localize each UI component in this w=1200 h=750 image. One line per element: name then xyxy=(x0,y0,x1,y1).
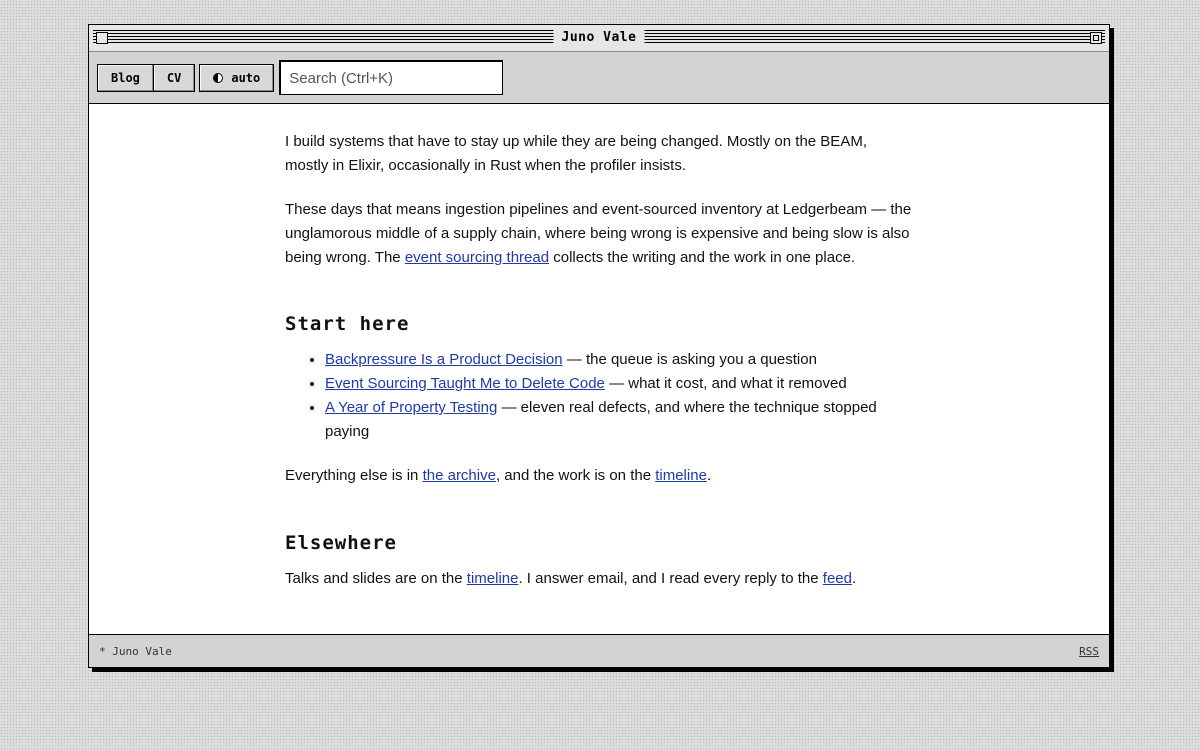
app-window: Juno Vale Blog CV auto I build systems t… xyxy=(88,24,1110,668)
cv-button[interactable]: CV xyxy=(153,63,196,92)
archive-text: . xyxy=(706,467,712,484)
post-link[interactable]: A Year of Property Testing xyxy=(325,399,497,416)
rss-link[interactable]: RSS xyxy=(1079,645,1099,658)
elsewhere-paragraph: Talks and slides are on the timeline. I … xyxy=(285,567,913,591)
feed-link[interactable]: feed xyxy=(823,570,852,587)
elsewhere-text: . xyxy=(852,570,857,587)
list-item: Event Sourcing Taught Me to Delete Code … xyxy=(325,372,913,396)
close-box-icon[interactable] xyxy=(96,32,108,44)
intro-paragraph-2: These days that means ingestion pipeline… xyxy=(285,198,913,270)
article: I build systems that have to stay up whi… xyxy=(285,104,913,591)
zoom-box-icon[interactable] xyxy=(1090,32,1102,44)
theme-label: auto xyxy=(231,70,261,85)
status-bar: * Juno Vale RSS xyxy=(89,634,1109,667)
timeline-link[interactable]: timeline xyxy=(467,570,519,587)
window-title: Juno Vale xyxy=(553,29,645,46)
intro-text: collects the writing and the work in one… xyxy=(549,249,856,266)
archive-text: Everything else is in xyxy=(285,467,423,484)
elsewhere-text: Talks and slides are on the xyxy=(285,570,467,587)
list-item: Backpressure Is a Product Decision — the… xyxy=(325,348,913,372)
title-bar: Juno Vale xyxy=(89,25,1109,52)
main-content: I build systems that have to stay up whi… xyxy=(89,104,1109,634)
archive-link[interactable]: the archive xyxy=(423,467,496,484)
post-link[interactable]: Backpressure Is a Product Decision xyxy=(325,351,563,368)
archive-paragraph: Everything else is in the archive, and t… xyxy=(285,464,913,488)
blog-button[interactable]: Blog xyxy=(97,63,154,92)
status-bar-owner: * Juno Vale xyxy=(99,644,172,658)
half-circle-icon xyxy=(213,72,224,83)
start-here-list: Backpressure Is a Product Decision — the… xyxy=(285,348,913,444)
search-input[interactable] xyxy=(279,60,504,95)
elsewhere-text: . I answer email, and I read every reply… xyxy=(518,570,823,587)
start-here-heading: Start here xyxy=(285,313,410,335)
toolbar: Blog CV auto xyxy=(89,52,1109,104)
elsewhere-heading: Elsewhere xyxy=(285,532,397,554)
timeline-link[interactable]: timeline xyxy=(655,467,707,484)
event-sourcing-thread-link[interactable]: event sourcing thread xyxy=(405,249,549,266)
archive-text: , and the work is on the xyxy=(495,467,656,484)
nav-button-group: Blog CV xyxy=(97,63,196,92)
theme-toggle-button[interactable]: auto xyxy=(199,63,275,92)
list-item: A Year of Property Testing — eleven real… xyxy=(325,396,913,444)
post-description: — what it cost, and what it removed xyxy=(604,375,847,392)
intro-paragraph-1: I build systems that have to stay up whi… xyxy=(285,133,867,174)
post-description: — the queue is asking you a question xyxy=(562,351,817,368)
post-link[interactable]: Event Sourcing Taught Me to Delete Code xyxy=(325,375,605,392)
